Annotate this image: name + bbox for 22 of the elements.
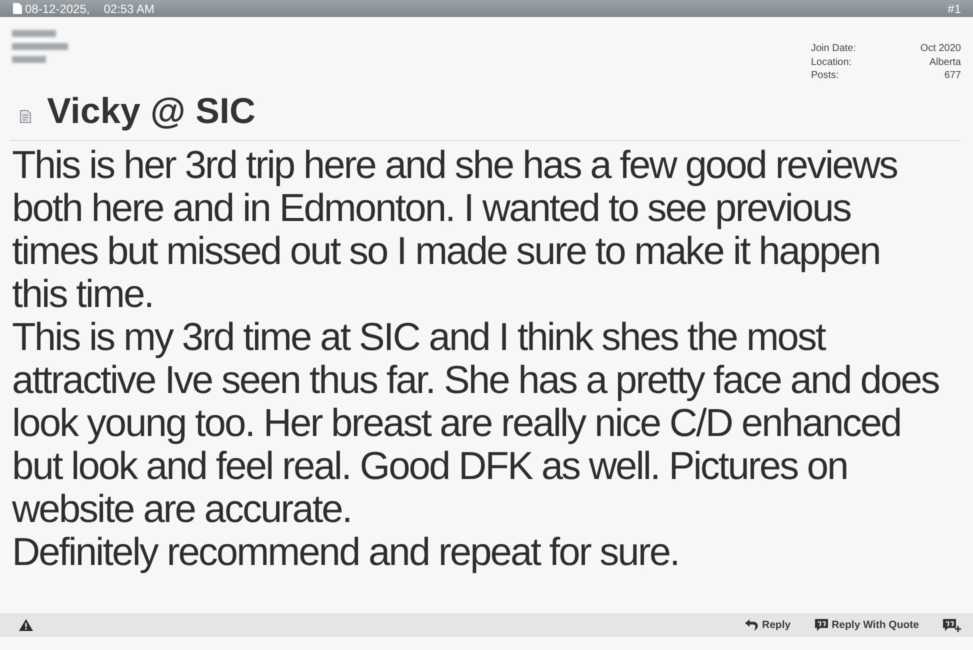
document-icon	[20, 110, 31, 122]
stat-value: Oct 2020	[919, 42, 961, 56]
post-paragraph: Definitely recommend and repeat for sure.	[12, 531, 680, 574]
document-icon	[13, 3, 22, 14]
reply-arrow-icon	[745, 619, 758, 631]
reply-with-quote-button[interactable]: Reply With Quote	[814, 619, 919, 631]
post-title: Vicky @ SIC	[47, 89, 256, 133]
post-time: 02:53 AM	[104, 2, 154, 16]
stat-value: Alberta	[928, 56, 961, 69]
stat-label: Location:	[811, 56, 853, 69]
quote-bubble-plus-icon	[943, 618, 961, 632]
warning-icon	[19, 619, 33, 631]
post-date: 08-12-2025,	[25, 2, 90, 16]
multi-quote-button[interactable]	[943, 618, 961, 632]
post-paragraph: This is her 3rd trip here and she has a few good reviews both here and in Edmonton. I wanted to see previous times but missed out so I made sure to make it happen this time.	[12, 144, 898, 316]
stat-label: Join Date:	[811, 42, 858, 56]
quote-bubble-icon	[814, 619, 828, 631]
report-button[interactable]	[19, 619, 33, 631]
stat-value: 677	[943, 69, 961, 82]
post-paragraph: This is my 3rd time at SIC and I think shes the most attractive Ive seen thus far. She has a pretty face and does look young too. Her breast are really nice C/D enhanced but look and feel real. Good DFK as well. Pictures on website are accurate.	[12, 316, 940, 531]
reply-button[interactable]: Reply	[745, 619, 791, 631]
stat-label: Posts:	[811, 69, 840, 82]
